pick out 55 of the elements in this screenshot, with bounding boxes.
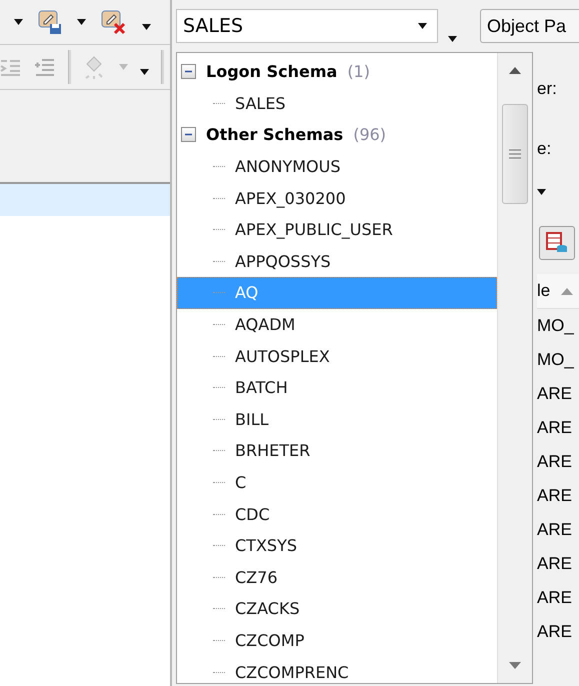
field-label: e: <box>537 138 552 160</box>
object-panel-button[interactable]: Object Pa <box>480 9 579 43</box>
table-cell-text: ARE <box>537 519 573 541</box>
table-cell-text: MO_ <box>537 315 575 337</box>
group-label: Logon Schema <box>206 62 338 82</box>
schema-combo-box[interactable]: SALES <box>176 9 438 43</box>
schema-item[interactable]: APPQOSSYS <box>177 246 497 278</box>
table-cell-text: MO_ <box>537 349 575 371</box>
table-cell-text: ARE <box>537 553 573 575</box>
dropdown-arrow-icon[interactable] <box>418 23 427 29</box>
count-label: (96) <box>353 125 386 144</box>
dropdown-arrow-icon[interactable] <box>537 189 546 195</box>
collapse-icon[interactable] <box>181 64 196 80</box>
group-label: Other Schemas <box>206 125 344 144</box>
schema-item[interactable]: BATCH <box>177 372 497 404</box>
table-cell-text: ARE <box>537 587 573 609</box>
schema-item[interactable]: BRHETER <box>177 435 497 467</box>
grip-icon <box>509 149 521 159</box>
schema-item[interactable]: CDC <box>177 498 497 530</box>
collapse-icon[interactable] <box>181 127 196 142</box>
table-tool-button[interactable] <box>539 226 575 260</box>
scroll-up-icon[interactable] <box>509 67 521 74</box>
schema-item[interactable]: APEX_030200 <box>177 182 497 214</box>
count-label: (1) <box>347 62 370 82</box>
edit-save-icon[interactable] <box>37 9 63 35</box>
edit-delete-icon[interactable] <box>100 9 128 35</box>
scrollbar[interactable] <box>497 53 532 683</box>
dropdown-arrow-icon[interactable] <box>140 69 149 75</box>
database-table-icon <box>546 232 568 254</box>
schema-item[interactable]: CZCOMPRENC <box>177 656 497 683</box>
schema-item[interactable]: SALES <box>177 88 497 120</box>
field-label: er: <box>537 78 558 100</box>
table-header[interactable]: le <box>537 274 579 309</box>
table-cell-text: ARE <box>537 417 573 439</box>
schema-item[interactable]: CZACKS <box>177 593 497 625</box>
table-cell-text: ARE <box>537 621 573 643</box>
schema-item[interactable]: CZ76 <box>177 562 497 594</box>
sort-ascending-icon[interactable] <box>561 288 573 294</box>
dropdown-arrow-icon[interactable] <box>142 24 151 30</box>
table-cell-text: ARE <box>537 485 573 507</box>
schema-item[interactable]: CTXSYS <box>177 530 497 562</box>
scroll-down-icon[interactable] <box>509 662 521 669</box>
schema-item[interactable]: CZCOMP <box>177 624 497 656</box>
dropdown-arrow-icon[interactable] <box>448 36 457 42</box>
schema-item[interactable]: AQADM <box>177 308 497 340</box>
schema-item[interactable]: C <box>177 466 497 498</box>
table-cell-text: ARE <box>537 383 573 405</box>
schema-item[interactable]: APEX_PUBLIC_USER <box>177 214 497 246</box>
schema-item[interactable]: ANONYMOUS <box>177 150 497 182</box>
table-cell-text: ARE <box>537 451 573 473</box>
scrollbar-thumb[interactable] <box>502 104 528 204</box>
schema-item[interactable]: BILL <box>177 404 497 436</box>
dropdown-arrow-icon[interactable] <box>77 19 86 25</box>
schema-item[interactable]: AUTOSPLEX <box>177 340 497 372</box>
dropdown-arrow-icon[interactable] <box>14 19 23 25</box>
